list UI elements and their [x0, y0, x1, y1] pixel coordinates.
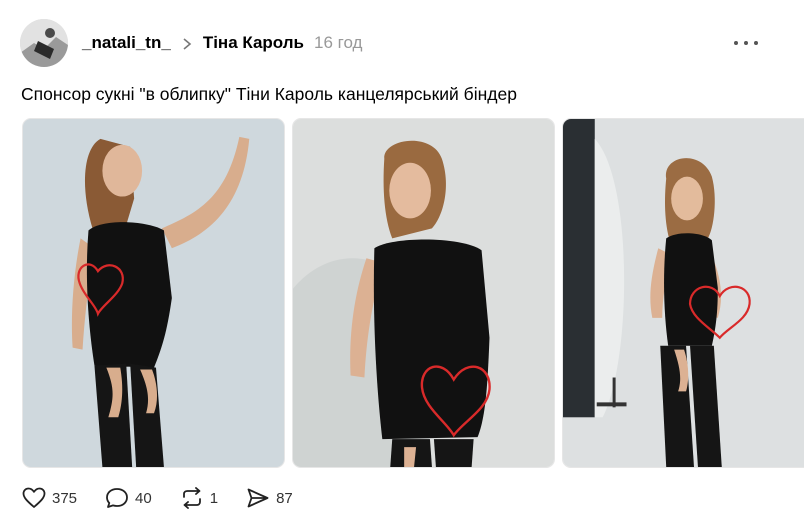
- repost-count: 1: [209, 489, 219, 507]
- photo-1[interactable]: [22, 118, 285, 468]
- action-bar: 375 40 1 87: [22, 485, 321, 511]
- comment-count: 40: [135, 489, 152, 507]
- username[interactable]: _natali_tn_: [82, 33, 171, 53]
- chevron-right-icon: [181, 36, 193, 50]
- share-button[interactable]: 87: [246, 487, 293, 509]
- share-icon: [246, 487, 270, 509]
- heart-icon: [22, 487, 46, 509]
- thread-post: _natali_tn_ Тіна Кароль 16 год Спонсор с…: [0, 0, 804, 525]
- photo-2[interactable]: [292, 118, 555, 468]
- more-icon[interactable]: [734, 36, 758, 50]
- comment-icon: [105, 487, 129, 509]
- timestamp[interactable]: 16 год: [314, 33, 362, 53]
- post-header: _natali_tn_ Тіна Кароль 16 год: [82, 31, 362, 55]
- share-count: 87: [276, 489, 293, 507]
- avatar[interactable]: [20, 19, 68, 67]
- post-caption: Спонсор сукні "в облипку" Тіни Кароль ка…: [21, 84, 517, 104]
- like-count: 375: [52, 489, 78, 507]
- repost-icon: [180, 487, 204, 509]
- media-carousel[interactable]: [0, 118, 804, 468]
- photo-3[interactable]: [562, 118, 804, 468]
- topic-link[interactable]: Тіна Кароль: [203, 33, 304, 53]
- repost-button[interactable]: 1: [180, 487, 218, 509]
- like-button[interactable]: 375: [22, 487, 77, 509]
- comment-button[interactable]: 40: [105, 487, 152, 509]
